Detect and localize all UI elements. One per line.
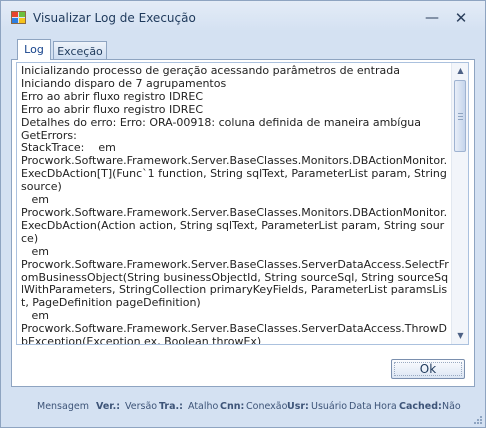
status-hora: Hora <box>374 401 397 412</box>
tab-excecao[interactable]: Exceção <box>53 41 107 61</box>
thumb-grip-line <box>458 113 463 114</box>
minimize-button[interactable]: — <box>422 10 442 26</box>
status-usr-value: Usuário <box>311 401 348 412</box>
ok-button[interactable]: Ok <box>391 359 465 379</box>
window-title: Visualizar Log de Execução <box>33 11 196 25</box>
status-mensagem: Mensagem <box>37 401 89 412</box>
scrollbar-thumb[interactable] <box>454 80 466 152</box>
log-textbox[interactable]: Inicializando processo de geração acessa… <box>16 62 469 345</box>
status-data: Data <box>349 401 372 412</box>
status-ver-value: Versão <box>125 401 158 412</box>
resize-grip-icon[interactable] <box>473 415 483 425</box>
log-viewer-window: Visualizar Log de Execução — ✕ Log Exceç… <box>0 0 486 428</box>
thumb-grip-line <box>458 119 463 120</box>
title-bar[interactable]: Visualizar Log de Execução — ✕ <box>1 1 485 31</box>
log-text: Inicializando processo de geração acessa… <box>21 64 449 345</box>
close-button[interactable]: ✕ <box>451 10 471 26</box>
tab-log[interactable]: Log <box>17 39 51 60</box>
vertical-scrollbar[interactable]: ▲ ▼ <box>451 63 468 344</box>
status-cached-value: Não <box>442 401 461 412</box>
status-bar: Mensagem Ver.: Versão Tra.: Atalho Cnn: … <box>1 396 485 418</box>
scroll-down-icon[interactable]: ▼ <box>452 330 468 342</box>
status-ver-key: Ver.: <box>96 401 121 412</box>
thumb-grip-line <box>458 116 463 117</box>
scroll-up-icon[interactable]: ▲ <box>452 65 468 77</box>
status-cnn-value: Conexão <box>246 401 288 412</box>
status-tra-key: Tra.: <box>159 401 183 412</box>
status-cnn-key: Cnn: <box>220 401 245 412</box>
focus-rectangle <box>394 362 462 376</box>
status-tra-value: Atalho <box>188 401 219 412</box>
status-cached-key: Cached: <box>399 401 442 412</box>
app-windows-icon <box>11 11 26 24</box>
status-usr-key: Usr: <box>287 401 309 412</box>
